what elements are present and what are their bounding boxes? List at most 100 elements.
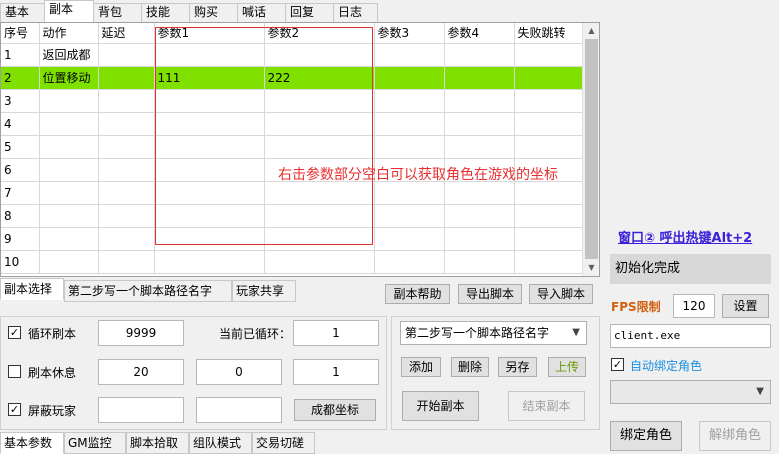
table-cell[interactable]: 6: [1, 158, 40, 182]
table-cell[interactable]: [444, 66, 515, 90]
table-cell[interactable]: [444, 43, 515, 67]
import-script-button[interactable]: 导入脚本: [529, 284, 593, 304]
tab-bag[interactable]: 背包: [93, 3, 142, 22]
upload-button[interactable]: 上传: [548, 357, 586, 377]
col-header-action[interactable]: 动作: [39, 23, 99, 44]
table-cell[interactable]: [514, 204, 583, 228]
script-select[interactable]: 第二步写一个脚本路径名字 ▼: [400, 321, 587, 345]
col-header-index[interactable]: 序号: [1, 23, 40, 44]
col-header-param4[interactable]: 参数4: [444, 23, 515, 44]
tab-script-path[interactable]: 第二步写一个脚本路径名字: [64, 280, 232, 302]
table-cell[interactable]: [374, 112, 445, 136]
table-cell[interactable]: [514, 89, 583, 113]
table-cell[interactable]: 1: [1, 43, 40, 67]
rest-checkbox[interactable]: [8, 365, 21, 378]
rest-field-1[interactable]: 20: [98, 359, 184, 385]
delete-button[interactable]: 删除: [451, 357, 489, 377]
table-cell[interactable]: [264, 250, 375, 274]
table-cell[interactable]: [374, 135, 445, 159]
add-button[interactable]: 添加: [401, 357, 441, 377]
table-cell[interactable]: 9: [1, 227, 40, 251]
table-cell[interactable]: [514, 181, 583, 205]
col-header-fail-jump[interactable]: 失败跳转: [514, 23, 583, 44]
table-cell[interactable]: [39, 227, 99, 251]
table-cell[interactable]: [39, 181, 99, 205]
export-script-button[interactable]: 导出脚本: [458, 284, 522, 304]
table-cell[interactable]: [514, 66, 583, 90]
table-cell[interactable]: [98, 204, 155, 228]
block-field-2[interactable]: [196, 397, 282, 423]
tab-basic-params[interactable]: 基本参数: [0, 432, 64, 454]
table-cell[interactable]: 8: [1, 204, 40, 228]
table-cell[interactable]: [98, 250, 155, 274]
character-select[interactable]: ▼: [610, 380, 771, 404]
table-cell[interactable]: 2: [1, 66, 40, 90]
table-cell[interactable]: 位置移动: [39, 66, 99, 90]
table-cell[interactable]: [514, 250, 583, 274]
scroll-up-icon[interactable]: ▲: [583, 23, 600, 39]
table-cell[interactable]: [39, 204, 99, 228]
tab-dungeon-select[interactable]: 副本选择: [0, 278, 64, 300]
grid-scrollbar[interactable]: ▲ ▼: [582, 23, 599, 276]
table-cell[interactable]: [98, 227, 155, 251]
table-cell[interactable]: [374, 250, 445, 274]
table-cell[interactable]: 5: [1, 135, 40, 159]
fps-set-button[interactable]: 设置: [722, 294, 769, 318]
table-cell[interactable]: [374, 89, 445, 113]
start-dungeon-button[interactable]: 开始副本: [402, 391, 479, 421]
table-row[interactable]: 10: [1, 250, 583, 274]
tab-trade-duel[interactable]: 交易切磋: [252, 432, 315, 454]
table-cell[interactable]: 4: [1, 112, 40, 136]
table-cell[interactable]: [98, 89, 155, 113]
table-cell[interactable]: [514, 43, 583, 67]
block-field-1[interactable]: [98, 397, 184, 423]
rest-field-3[interactable]: 1: [293, 359, 379, 385]
loop-checkbox[interactable]: ✓: [8, 326, 21, 339]
table-cell[interactable]: [444, 204, 515, 228]
tab-gm-monitor[interactable]: GM监控: [64, 432, 126, 454]
table-cell[interactable]: [374, 43, 445, 67]
table-cell[interactable]: [374, 227, 445, 251]
table-cell[interactable]: [444, 181, 515, 205]
auto-bind-checkbox[interactable]: ✓: [611, 358, 624, 371]
tab-script-pickup[interactable]: 脚本拾取: [126, 432, 189, 454]
tab-player-share[interactable]: 玩家共享: [232, 280, 296, 302]
table-cell[interactable]: [98, 158, 155, 182]
rest-field-2[interactable]: 0: [196, 359, 282, 385]
process-name-field[interactable]: client.exe: [610, 324, 771, 348]
scroll-down-icon[interactable]: ▼: [583, 260, 600, 276]
stop-dungeon-button[interactable]: 结束副本: [508, 391, 585, 421]
bind-character-button[interactable]: 绑定角色: [610, 421, 682, 451]
col-header-delay[interactable]: 延迟: [98, 23, 155, 44]
tab-team-mode[interactable]: 组队模式: [189, 432, 252, 454]
table-cell[interactable]: [444, 135, 515, 159]
table-cell[interactable]: 返回成都: [39, 43, 99, 67]
table-cell[interactable]: [98, 181, 155, 205]
table-cell[interactable]: 10: [1, 250, 40, 274]
table-cell[interactable]: [444, 112, 515, 136]
table-cell[interactable]: [444, 250, 515, 274]
tab-buy[interactable]: 购买: [189, 3, 238, 22]
table-cell[interactable]: [98, 43, 155, 67]
scroll-thumb[interactable]: [585, 39, 598, 259]
block-players-checkbox[interactable]: ✓: [8, 403, 21, 416]
table-cell[interactable]: [514, 135, 583, 159]
table-cell[interactable]: [98, 112, 155, 136]
col-header-param3[interactable]: 参数3: [374, 23, 445, 44]
table-cell[interactable]: [374, 66, 445, 90]
table-cell[interactable]: 7: [1, 181, 40, 205]
table-cell[interactable]: [374, 181, 445, 205]
table-cell[interactable]: [154, 250, 265, 274]
table-cell[interactable]: [514, 227, 583, 251]
table-cell[interactable]: [39, 250, 99, 274]
table-cell[interactable]: [39, 135, 99, 159]
loop-count-field[interactable]: 9999: [98, 320, 184, 346]
tab-basic[interactable]: 基本: [0, 3, 45, 22]
table-cell[interactable]: [39, 112, 99, 136]
tab-log[interactable]: 日志: [333, 3, 378, 22]
chengdu-coords-button[interactable]: 成都坐标: [294, 399, 376, 421]
table-cell[interactable]: [98, 66, 155, 90]
table-cell[interactable]: [39, 89, 99, 113]
tab-shout[interactable]: 喊话: [237, 3, 286, 22]
tab-dungeon[interactable]: 副本: [44, 0, 94, 22]
